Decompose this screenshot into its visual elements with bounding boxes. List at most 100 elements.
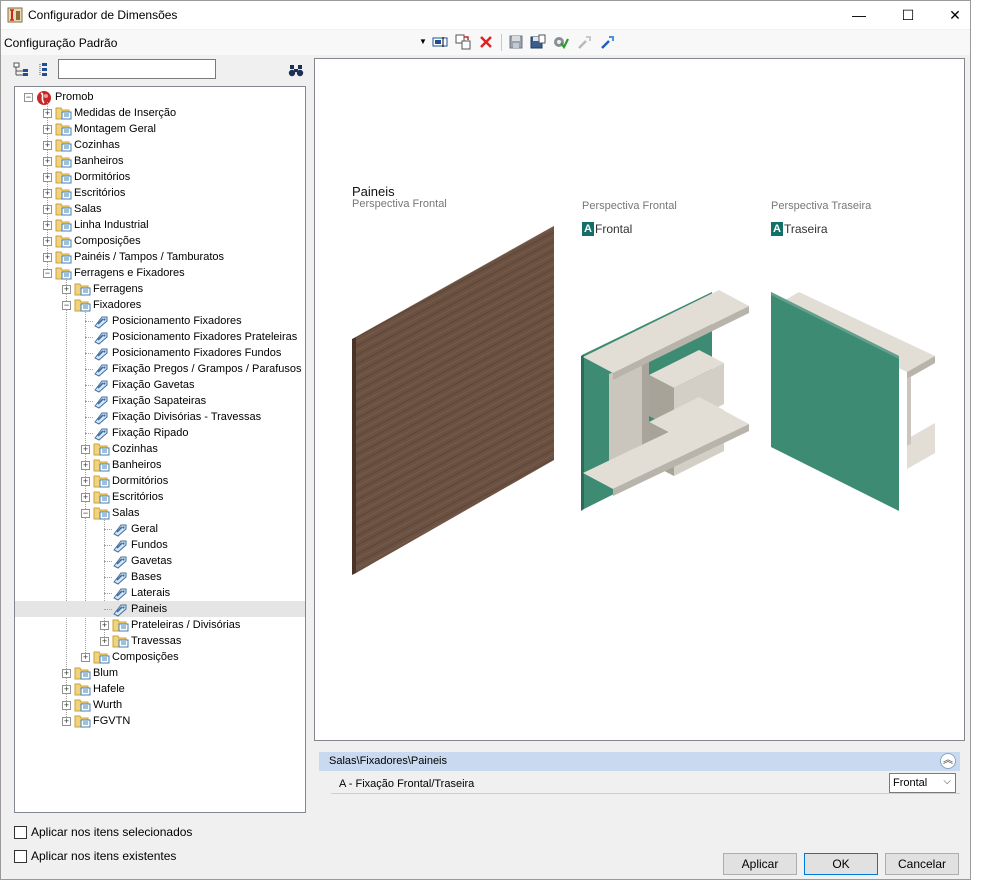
expand-icon[interactable]: +	[43, 173, 52, 182]
tree-connector	[104, 561, 112, 562]
expand-icon[interactable]: +	[100, 637, 109, 646]
tree-node[interactable]: Fixação Divisórias - Travessas	[15, 409, 305, 425]
tree-node[interactable]: + Salas	[15, 201, 305, 217]
copy-config-icon[interactable]	[455, 34, 471, 50]
tree-node[interactable]: + Escritórios	[15, 185, 305, 201]
tree-node[interactable]: + Linha Industrial	[15, 217, 305, 233]
tree-node[interactable]: + Banheiros	[15, 153, 305, 169]
tree-node[interactable]: + Dormitórios	[15, 169, 305, 185]
save-as-icon[interactable]	[530, 34, 546, 50]
tree-node[interactable]: + Banheiros	[15, 457, 305, 473]
tree-node[interactable]: Fixação Gavetas	[15, 377, 305, 393]
fixation-side-select[interactable]: Frontal ⌵	[889, 773, 956, 793]
expand-icon[interactable]: +	[43, 157, 52, 166]
tree-search-input[interactable]	[58, 59, 216, 79]
ok-button[interactable]: OK	[804, 853, 878, 875]
tree-node[interactable]: − Promob	[15, 89, 305, 105]
tree-node[interactable]: + Medidas de Inserção	[15, 105, 305, 121]
cancel-button[interactable]: Cancelar	[885, 853, 959, 875]
apply-selected-checkbox[interactable]	[14, 826, 27, 839]
apply-selected-label: Aplicar nos itens selecionados	[31, 825, 193, 839]
expand-icon[interactable]: +	[43, 205, 52, 214]
tree-node[interactable]: Posicionamento Fixadores Prateleiras	[15, 329, 305, 345]
tree-node[interactable]: + Cozinhas	[15, 441, 305, 457]
expand-icon[interactable]: +	[100, 621, 109, 630]
expand-icon[interactable]: +	[62, 669, 71, 678]
tree-node[interactable]: Geral	[15, 521, 305, 537]
tree-connector	[104, 609, 112, 610]
tree-node[interactable]: + Wurth	[15, 697, 305, 713]
tree-node[interactable]: + Blum	[15, 665, 305, 681]
tree-node[interactable]: Laterais	[15, 585, 305, 601]
tree-node[interactable]: Posicionamento Fixadores Fundos	[15, 345, 305, 361]
expand-icon[interactable]: +	[81, 461, 90, 470]
expand-icon[interactable]: +	[81, 653, 90, 662]
expand-icon[interactable]: +	[43, 189, 52, 198]
tree-node[interactable]: + Montagem Geral	[15, 121, 305, 137]
tree-node[interactable]: Fixação Sapateiras	[15, 393, 305, 409]
tree-connector	[85, 369, 93, 370]
apply-existing-checkbox[interactable]	[14, 850, 27, 863]
expand-icon[interactable]: +	[62, 701, 71, 710]
expand-icon[interactable]: +	[43, 253, 52, 262]
tree-node[interactable]: + Composições	[15, 233, 305, 249]
export-icon[interactable]	[600, 34, 616, 50]
fixation-side-value: Frontal	[893, 777, 928, 789]
tree-node[interactable]: Paineis	[15, 601, 305, 617]
expand-icon[interactable]: +	[43, 237, 52, 246]
apply-settings-icon[interactable]	[553, 34, 569, 50]
tree-node[interactable]: + Dormitórios	[15, 473, 305, 489]
tree-node[interactable]: Fixação Ripado	[15, 425, 305, 441]
tree-node-label: Fixação Divisórias - Travessas	[112, 411, 262, 423]
tree-node[interactable]: + Hafele	[15, 681, 305, 697]
expand-icon[interactable]: +	[43, 141, 52, 150]
expand-icon[interactable]: +	[62, 685, 71, 694]
tag-icon	[93, 330, 109, 345]
minimize-button[interactable]: —	[836, 1, 882, 29]
property-category-header[interactable]: Salas\Fixadores\Paineis ︽	[319, 752, 960, 771]
collapse-icon[interactable]: −	[62, 301, 71, 310]
expand-icon[interactable]: +	[62, 285, 71, 294]
apply-button[interactable]: Aplicar	[723, 853, 797, 875]
tree-node[interactable]: + Escritórios	[15, 489, 305, 505]
delete-config-icon[interactable]	[478, 34, 494, 50]
expand-icon[interactable]: +	[81, 445, 90, 454]
tree-node[interactable]: − Salas	[15, 505, 305, 521]
tree-connector	[104, 577, 112, 578]
binoculars-icon[interactable]	[288, 62, 304, 78]
maximize-button[interactable]: ☐	[885, 1, 931, 29]
collapse-section-icon[interactable]: ︽	[940, 753, 956, 769]
collapse-icon[interactable]: −	[81, 509, 90, 518]
tree-node[interactable]: Bases	[15, 569, 305, 585]
expand-icon[interactable]: +	[81, 477, 90, 486]
tree-node[interactable]: + Travessas	[15, 633, 305, 649]
tree-node[interactable]: + Prateleiras / Divisórias	[15, 617, 305, 633]
tree-node[interactable]: − Ferragens e Fixadores	[15, 265, 305, 281]
tree-node[interactable]: Fixação Pregos / Grampos / Parafusos	[15, 361, 305, 377]
configuration-select[interactable]: Configuração Padrão ▼	[1, 30, 429, 55]
expand-icon[interactable]: +	[81, 493, 90, 502]
expand-tree-icon[interactable]	[36, 62, 52, 78]
collapse-icon[interactable]: −	[43, 269, 52, 278]
import-icon[interactable]	[577, 34, 593, 50]
collapse-tree-icon[interactable]	[13, 62, 29, 78]
expand-icon[interactable]: +	[43, 221, 52, 230]
tree-node[interactable]: Gavetas	[15, 553, 305, 569]
collapse-icon[interactable]: −	[24, 93, 33, 102]
close-window-button[interactable]: ✕	[932, 1, 978, 29]
expand-icon[interactable]: +	[62, 717, 71, 726]
tree-node[interactable]: − Fixadores	[15, 297, 305, 313]
save-icon[interactable]	[508, 34, 524, 50]
tree-node[interactable]: Posicionamento Fixadores	[15, 313, 305, 329]
expand-icon[interactable]: +	[43, 109, 52, 118]
tree-node[interactable]: + FGVTN	[15, 713, 305, 729]
tree-node[interactable]: + Cozinhas	[15, 137, 305, 153]
expand-icon[interactable]: +	[43, 125, 52, 134]
rename-config-icon[interactable]	[432, 34, 448, 50]
category-tree[interactable]: − Promob + Medidas de Inserção + Montagem Ger…	[14, 86, 306, 813]
tree-node[interactable]: + Painéis / Tampos / Tamburatos	[15, 249, 305, 265]
tree-node[interactable]: + Ferragens	[15, 281, 305, 297]
tree-node[interactable]: Fundos	[15, 537, 305, 553]
view-front-title: Perspectiva Frontal	[582, 200, 677, 212]
tree-node[interactable]: + Composições	[15, 649, 305, 665]
